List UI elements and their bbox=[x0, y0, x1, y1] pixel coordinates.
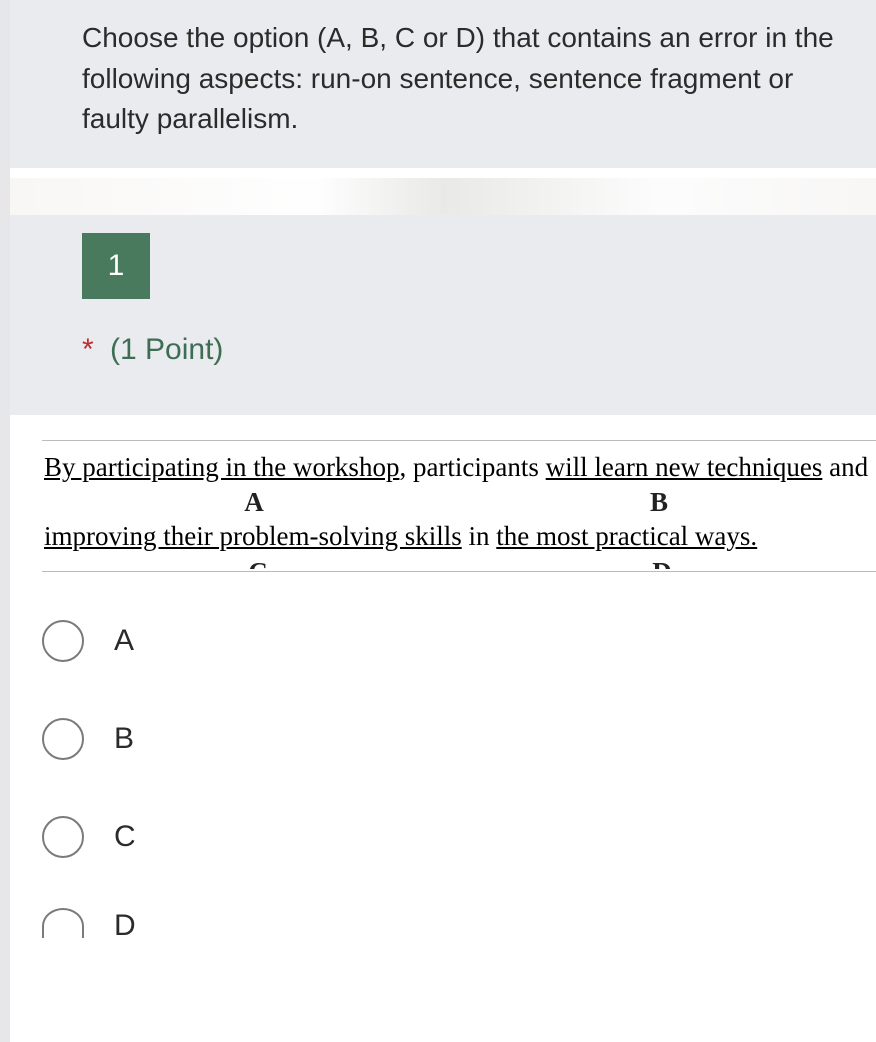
text-after-b: and bbox=[822, 452, 868, 482]
required-asterisk: * bbox=[82, 333, 94, 366]
labels-row-1: A B bbox=[44, 487, 876, 518]
question-header: 1 * (1 Point) bbox=[10, 215, 876, 415]
left-gutter bbox=[0, 0, 10, 1042]
option-label: A bbox=[114, 624, 134, 658]
sentence-line-2: improving their problem-solving skills i… bbox=[44, 518, 876, 554]
points-label: (1 Point) bbox=[110, 333, 223, 366]
label-a: A bbox=[44, 487, 464, 518]
segment-c: improving their problem-solving skills bbox=[44, 521, 462, 551]
question-number: 1 bbox=[108, 249, 125, 283]
label-d: D bbox=[472, 557, 852, 569]
radio-icon bbox=[42, 718, 84, 760]
instructions-panel: Choose the option (A, B, C or D) that co… bbox=[10, 0, 876, 168]
text-between-cd: in bbox=[462, 521, 497, 551]
page: Choose the option (A, B, C or D) that co… bbox=[0, 0, 876, 1042]
option-b[interactable]: B bbox=[42, 690, 876, 788]
option-label: B bbox=[114, 722, 134, 756]
instructions-text: Choose the option (A, B, C or D) that co… bbox=[82, 22, 834, 134]
points-row: * (1 Point) bbox=[82, 333, 858, 367]
option-label: C bbox=[114, 820, 136, 854]
radio-icon bbox=[42, 620, 84, 662]
option-a[interactable]: A bbox=[42, 592, 876, 690]
sentence-line-1: By participating in the workshop, partic… bbox=[44, 449, 876, 485]
question-sentence-image: By participating in the workshop, partic… bbox=[42, 440, 876, 572]
segment-a: By participating in the workshop bbox=[44, 452, 399, 482]
segment-d: the most practical ways. bbox=[496, 521, 757, 551]
text-after-a: , participants bbox=[399, 452, 545, 482]
options-list: A B C D bbox=[42, 592, 876, 966]
option-c[interactable]: C bbox=[42, 788, 876, 886]
label-b: B bbox=[464, 487, 854, 518]
option-label: D bbox=[114, 909, 136, 943]
question-number-badge: 1 bbox=[82, 233, 150, 299]
option-d[interactable]: D bbox=[42, 886, 876, 966]
segment-b: will learn new techniques bbox=[546, 452, 823, 482]
radio-icon bbox=[42, 908, 84, 944]
radio-icon bbox=[42, 816, 84, 858]
label-c: C bbox=[44, 557, 472, 569]
labels-row-2: C D bbox=[44, 557, 876, 569]
